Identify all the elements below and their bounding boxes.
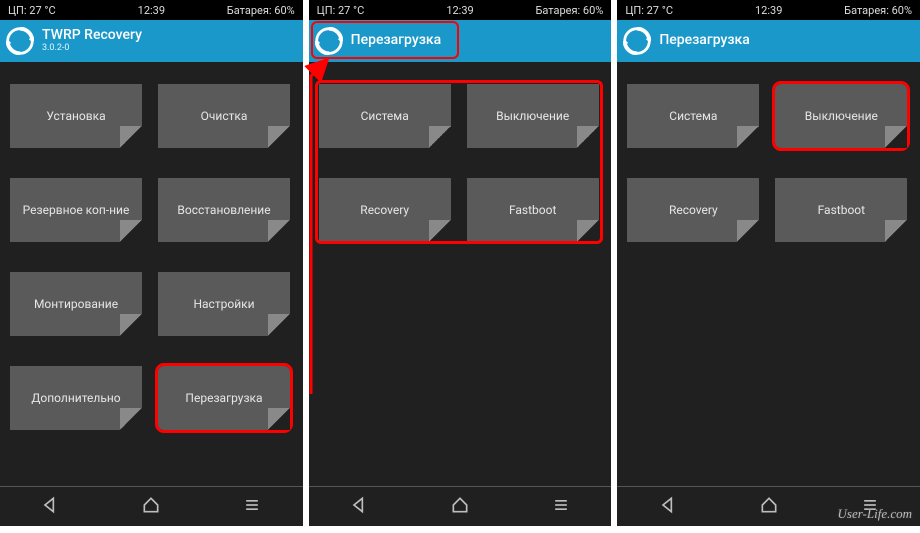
menu-icon[interactable] [242, 495, 262, 519]
status-bar: ЦП: 27 °C 12:39 Батарея: 60% [309, 0, 612, 20]
nav-bar [0, 486, 303, 526]
header-title: Перезагрузка [351, 33, 441, 48]
status-cpu: ЦП: 27 °C [8, 4, 104, 17]
menu-icon[interactable] [551, 495, 571, 519]
menu-grid: Установка Очистка Резервное коп-ние Восс… [0, 62, 303, 430]
tile-settings[interactable]: Настройки [158, 272, 290, 336]
tile-recovery[interactable]: Recovery [627, 178, 759, 242]
twrp-logo-icon [315, 27, 343, 55]
screen-3: ЦП: 27 °C 12:39 Батарея: 60% Перезагрузк… [617, 0, 920, 526]
header: TWRP Recovery 3.0.2-0 [0, 20, 303, 62]
tile-fastboot[interactable]: Fastboot [775, 178, 907, 242]
nav-bar [309, 486, 612, 526]
tile-reboot[interactable]: Перезагрузка [158, 366, 290, 430]
header-title: TWRP Recovery [42, 28, 142, 43]
tile-install[interactable]: Установка [10, 84, 142, 148]
tile-power-off[interactable]: Выключение [775, 84, 907, 148]
status-battery: Батарея: 60% [199, 4, 295, 17]
home-icon[interactable] [141, 495, 161, 519]
tile-wipe[interactable]: Очистка [158, 84, 290, 148]
status-bar: ЦП: 27 °C 12:39 Батарея: 60% [0, 0, 303, 20]
tile-mount[interactable]: Монтирование [10, 272, 142, 336]
watermark: User-Life.com [838, 506, 912, 522]
menu-grid: Система Выключение Recovery Fastboot [309, 62, 612, 242]
home-icon[interactable] [450, 495, 470, 519]
tile-restore[interactable]: Восстановление [158, 178, 290, 242]
header-title: Перезагрузка [659, 33, 749, 48]
status-bar: ЦП: 27 °C 12:39 Батарея: 60% [617, 0, 920, 20]
tile-backup[interactable]: Резервное коп-ние [10, 178, 142, 242]
status-time: 12:39 [104, 4, 200, 17]
header: Перезагрузка [309, 20, 612, 62]
tile-system[interactable]: Система [319, 84, 451, 148]
back-icon[interactable] [658, 495, 678, 519]
tile-recovery[interactable]: Recovery [319, 178, 451, 242]
menu-grid: Система Выключение Recovery Fastboot [617, 62, 920, 242]
tile-system[interactable]: Система [627, 84, 759, 148]
tile-advanced[interactable]: Дополнительно [10, 366, 142, 430]
screen-1: ЦП: 27 °C 12:39 Батарея: 60% TWRP Recove… [0, 0, 303, 526]
home-icon[interactable] [759, 495, 779, 519]
header-version: 3.0.2-0 [42, 44, 142, 54]
twrp-logo-icon [6, 27, 34, 55]
back-icon[interactable] [40, 495, 60, 519]
screen-2: ЦП: 27 °C 12:39 Батарея: 60% Перезагрузк… [309, 0, 612, 526]
twrp-logo-icon [623, 27, 651, 55]
header: Перезагрузка [617, 20, 920, 62]
tile-fastboot[interactable]: Fastboot [467, 178, 599, 242]
back-icon[interactable] [349, 495, 369, 519]
tile-power-off[interactable]: Выключение [467, 84, 599, 148]
